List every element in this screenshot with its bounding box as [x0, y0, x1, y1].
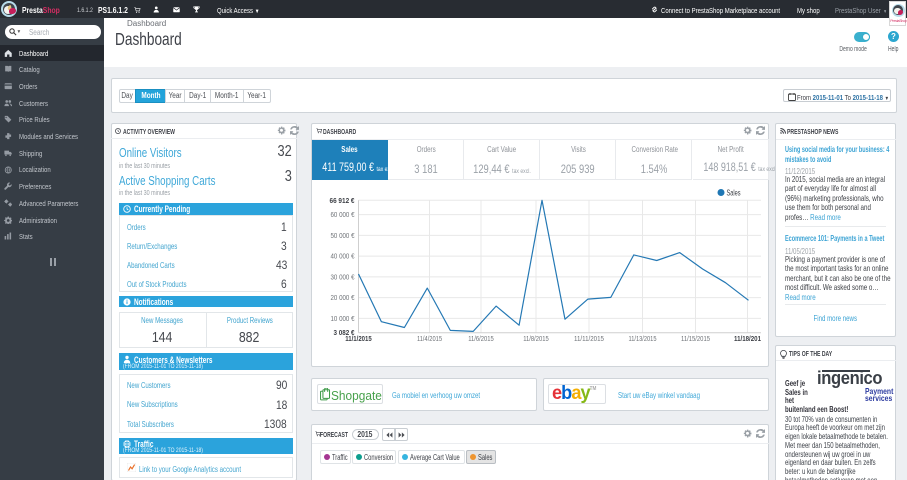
- svg-text:11/11/2015: 11/11/2015: [574, 334, 604, 343]
- svg-text:11/13/2015: 11/13/2015: [629, 334, 657, 343]
- svg-text:30 000 €: 30 000 €: [331, 272, 356, 281]
- svg-text:3 082 €: 3 082 €: [334, 328, 356, 337]
- svg-text:10 000 €: 10 000 €: [331, 314, 356, 323]
- svg-text:60 000 €: 60 000 €: [331, 210, 356, 219]
- svg-text:40 000 €: 40 000 €: [331, 252, 356, 261]
- svg-text:11/6/2015: 11/6/2015: [468, 334, 494, 343]
- svg-text:20 000 €: 20 000 €: [331, 293, 356, 302]
- svg-text:50 000 €: 50 000 €: [331, 231, 356, 240]
- svg-text:11/8/2015: 11/8/2015: [523, 334, 549, 343]
- svg-text:66 912 €: 66 912 €: [330, 196, 356, 205]
- svg-text:Sales: Sales: [727, 189, 741, 198]
- svg-text:11/15/2015: 11/15/2015: [681, 334, 710, 343]
- svg-text:11/4/2015: 11/4/2015: [417, 334, 442, 343]
- svg-text:11/18/201: 11/18/201: [734, 334, 761, 343]
